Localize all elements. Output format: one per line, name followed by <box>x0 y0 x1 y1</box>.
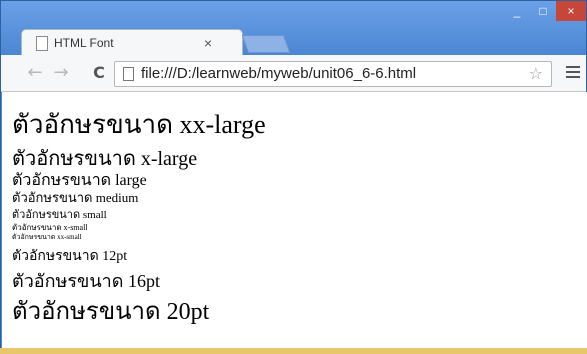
browser-window: HTML Font × _ □ × ← → C file:///D:/learn… <box>0 0 587 354</box>
back-button[interactable]: ← <box>25 63 45 83</box>
address-bar[interactable]: file:///D:/learnweb/myweb/unit06_6-6.htm… <box>114 61 552 87</box>
reload-button[interactable]: C <box>89 63 109 83</box>
font-sample-20pt: ตัวอักษรขนาด 20pt <box>12 297 210 325</box>
font-sample-12pt: ตัวอักษรขนาด 12pt <box>12 248 128 264</box>
font-sample-xx-small: ตัวอักษรขนาด xx-small <box>12 233 82 241</box>
tab-html-font[interactable]: HTML Font × <box>21 29 243 56</box>
font-sample-xx-large: ตัวอักษรขนาด xx-large <box>12 110 266 140</box>
new-tab-button[interactable] <box>241 35 291 53</box>
url-text: file:///D:/learnweb/myweb/unit06_6-6.htm… <box>141 65 417 82</box>
minimize-button[interactable]: _ <box>504 1 530 21</box>
browser-toolbar: ← → C file:///D:/learnweb/myweb/unit06_6… <box>1 55 586 92</box>
menu-icon[interactable] <box>566 63 580 81</box>
maximize-button[interactable]: □ <box>530 1 556 21</box>
bottom-edge <box>0 348 587 354</box>
bookmark-star-icon[interactable]: ☆ <box>529 64 543 83</box>
forward-button[interactable]: → <box>51 63 71 83</box>
page-content: ตัวอักษรขนาด xx-large ตัวอักษรขนาด x-lar… <box>2 92 587 354</box>
title-bar: HTML Font × _ □ × <box>1 1 586 56</box>
page-icon <box>123 67 134 81</box>
page-icon <box>36 36 48 51</box>
window-close-button[interactable]: × <box>556 1 586 21</box>
tab-close-button[interactable]: × <box>204 35 212 51</box>
tab-title: HTML Font <box>54 36 114 50</box>
